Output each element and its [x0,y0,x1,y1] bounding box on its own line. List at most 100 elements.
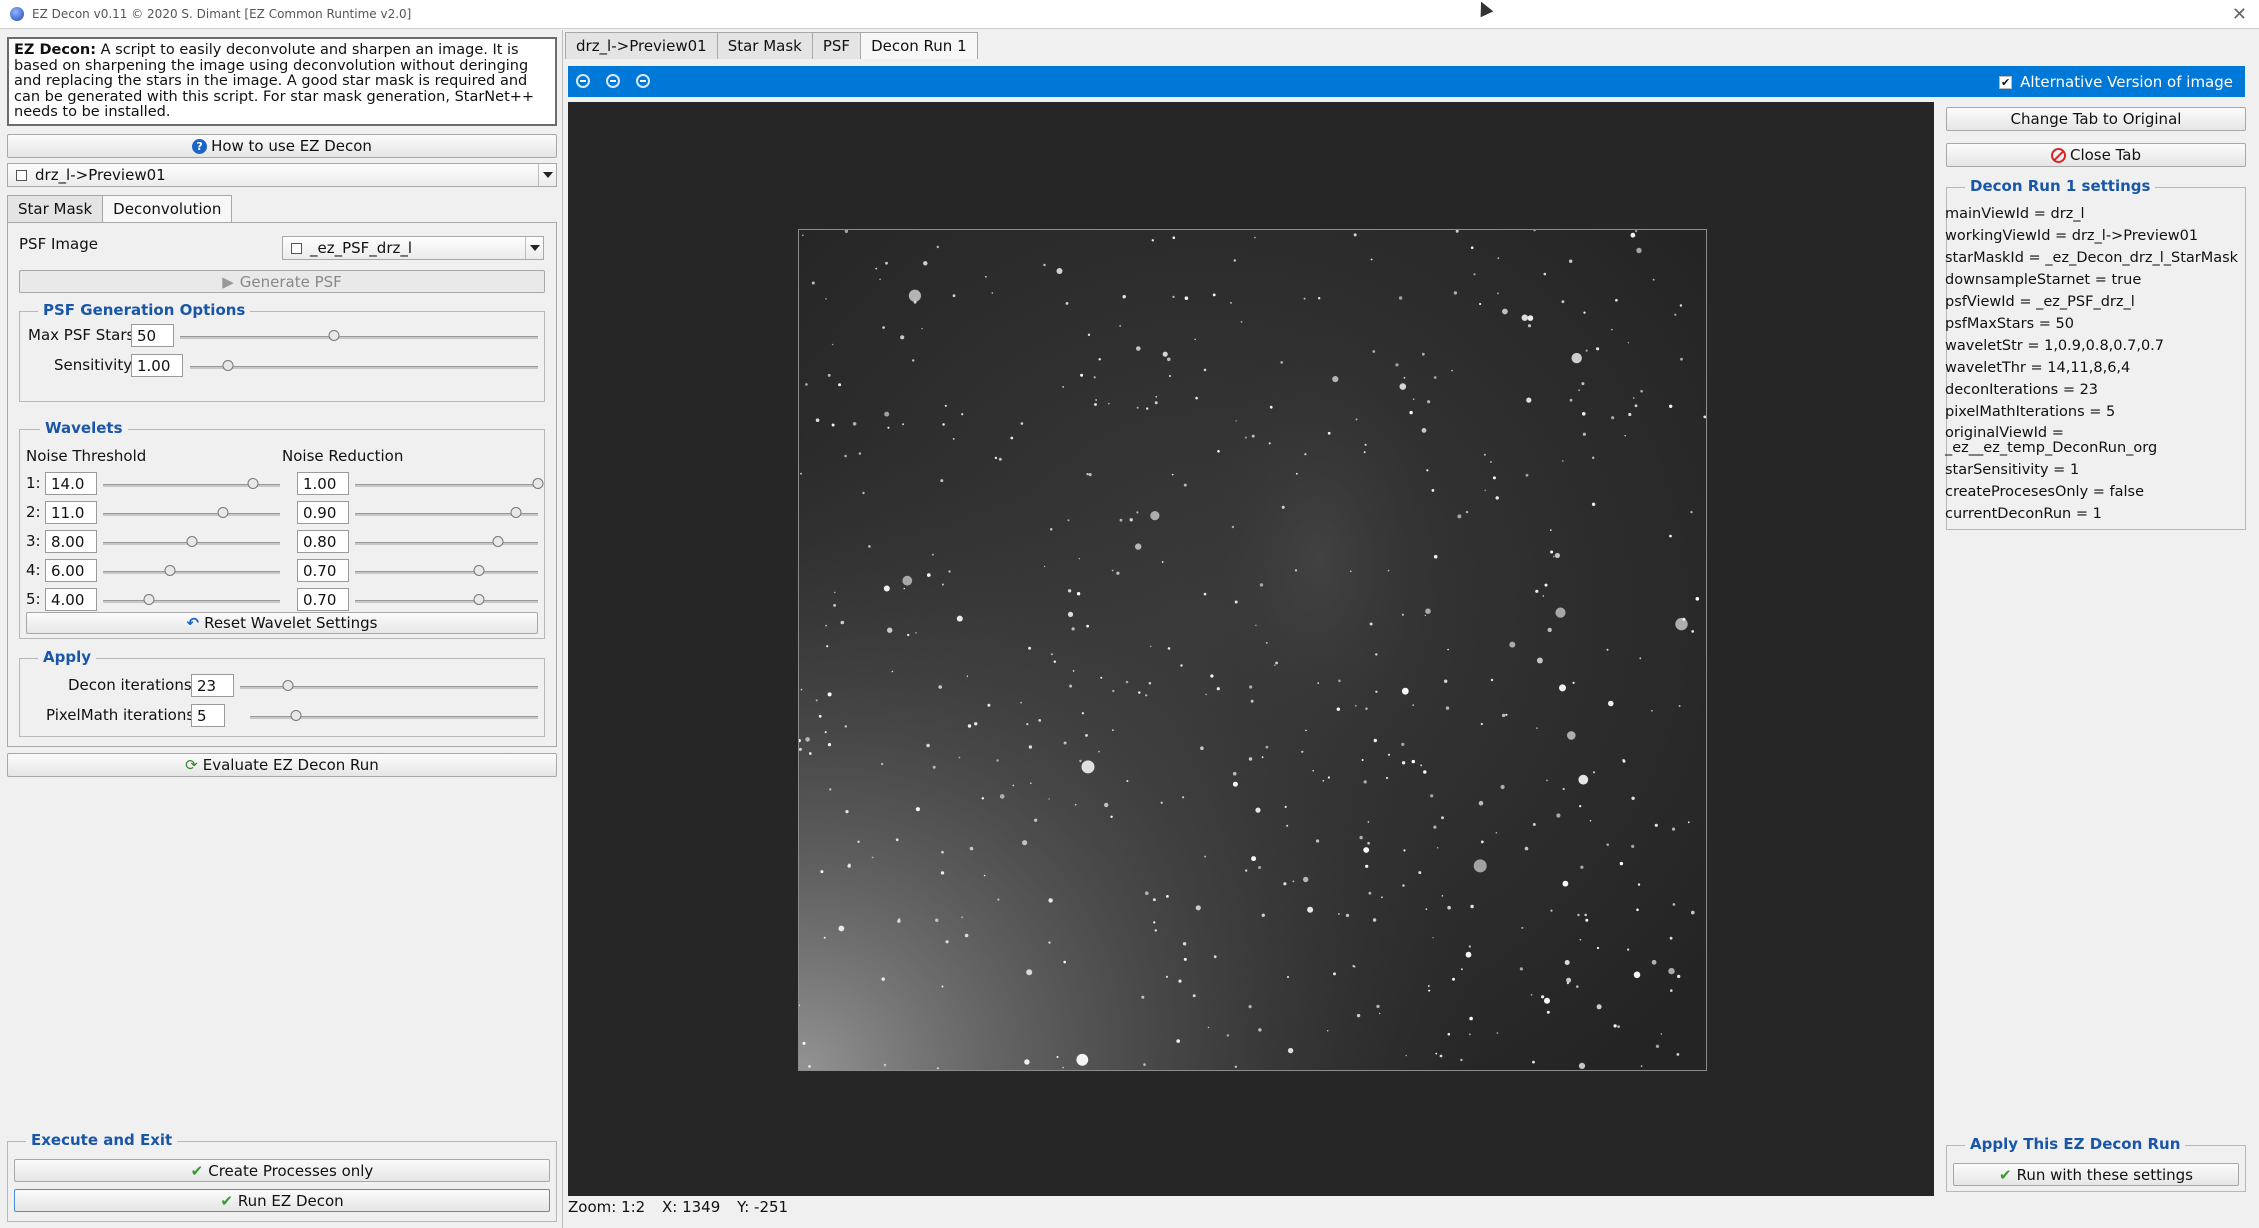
apply-run-title: Apply This EZ Decon Run [1965,1135,2186,1153]
noise-reduction-slider[interactable] [355,478,544,492]
noise-reduction-slider[interactable] [355,594,538,608]
noise-threshold-slider[interactable] [103,478,280,492]
how-to-use-button[interactable]: ? How to use EZ Decon [7,134,557,158]
noise-reduction-input[interactable]: 0.70 [297,588,349,611]
evaluate-icon: ⟳ [185,756,198,774]
setting-line: currentDeconRun = 1 [1945,506,2102,522]
decon-iterations-input[interactable]: 23 [191,674,234,697]
setting-line: waveletStr = 1,0.9,0.8,0.7,0.7 [1945,338,2165,354]
noise-threshold-label: Noise Threshold [26,447,147,465]
view-icon [16,169,27,181]
x-readout: X: 1349 [662,1198,721,1216]
run-ez-decon-button[interactable]: ✔ Run EZ Decon [14,1189,550,1212]
tab-preview01[interactable]: drz_l->Preview01 [565,32,718,59]
setting-line: pixelMathIterations = 5 [1945,404,2116,420]
pixelmath-iterations-slider[interactable] [250,710,538,724]
tab-deconvolution[interactable]: Deconvolution [102,195,233,222]
noise-reduction-input[interactable]: 0.90 [297,501,349,524]
pixelmath-iterations-input[interactable]: 5 [191,704,225,727]
noise-reduction-input[interactable]: 0.70 [297,559,349,582]
noise-reduction-input[interactable]: 0.80 [297,530,349,553]
chevron-down-icon[interactable] [525,237,543,259]
apply-title: Apply [38,648,97,666]
slider-thumb[interactable] [247,478,259,489]
setting-line: psfViewId = _ez_PSF_drz_l [1945,294,2135,310]
chevron-down-icon[interactable] [538,164,556,186]
noise-threshold-input[interactable]: 11.0 [45,501,97,524]
generate-psf-button[interactable]: ▶ Generate PSF [19,270,545,293]
noise-threshold-input[interactable]: 14.0 [45,472,97,495]
setting-line: workingViewId = drz_l->Preview01 [1945,228,2199,244]
noise-threshold-input[interactable]: 4.00 [45,588,97,611]
noise-threshold-input[interactable]: 8.00 [45,530,97,553]
left-tabs: Star Mask Deconvolution [7,195,233,222]
setting-line: createProcesesOnly = false [1945,484,2145,500]
slider-thumb[interactable] [186,536,197,547]
tab-star-mask-view[interactable]: Star Mask [716,32,813,59]
slider-thumb[interactable] [217,507,229,518]
check-icon: ✔ [220,1191,233,1210]
run-with-settings-button[interactable]: ✔ Run with these settings [1953,1163,2239,1186]
zoom-out-icon[interactable] [606,74,620,88]
noise-reduction-input[interactable]: 1.00 [297,472,349,495]
noise-threshold-slider[interactable] [103,594,280,608]
generate-psf-label: Generate PSF [239,272,342,291]
execute-title: Execute and Exit [26,1131,178,1149]
noise-reduction-slider[interactable] [355,507,538,521]
slider-thumb[interactable] [164,565,176,576]
sensitivity-input[interactable]: 1.00 [131,354,183,377]
max-psf-stars-input[interactable]: 50 [131,324,174,347]
close-tab-button[interactable]: Close Tab [1946,143,2246,167]
close-window-icon[interactable]: ✕ [2232,4,2247,25]
setting-line: originalViewId = _ez__ez_temp_DeconRun_o… [1945,425,2158,456]
tab-star-mask[interactable]: Star Mask [7,195,104,222]
sensitivity-slider[interactable] [190,360,538,374]
psf-image-label: PSF Image [19,235,98,253]
run-ez-decon-label: Run EZ Decon [237,1191,344,1210]
zoom-in-icon[interactable] [576,74,590,88]
decon-iterations-slider[interactable] [240,680,538,694]
noise-reduction-slider[interactable] [355,536,538,550]
title-bar: EZ Decon v0.11 © 2020 S. Dimant [EZ Comm… [0,0,2259,29]
noise-reduction-slider[interactable] [355,565,538,579]
noise-threshold-slider[interactable] [103,536,280,550]
image-viewer[interactable] [568,102,1934,1196]
noise-threshold-input[interactable]: 6.00 [45,559,97,582]
image-toolbar: ✔ Alternative Version of image [568,66,2245,97]
psf-image-select[interactable]: _ez_PSF_drz_l [282,236,544,260]
status-bar: Zoom: 1:2 X: 1349 Y: -251 [568,1198,788,1216]
alternative-version-checkbox[interactable]: ✔ Alternative Version of image [1999,73,2233,91]
change-tab-to-original-button[interactable]: Change Tab to Original [1946,107,2246,131]
slider-thumb[interactable] [473,594,485,605]
reset-wavelet-settings-button[interactable]: ↶ Reset Wavelet Settings [26,612,538,634]
decon-iterations-label: Decon iterations [68,676,192,694]
description-title: EZ Decon: [14,42,97,58]
wavelet-row-label: 4: [26,561,41,579]
checkbox-box[interactable]: ✔ [1999,75,2013,89]
psf-image-value: _ez_PSF_drz_l [310,239,413,257]
wavelet-row-label: 3: [26,532,41,550]
slider-thumb[interactable] [328,330,340,341]
view-select[interactable]: drz_l->Preview01 [7,163,557,187]
tab-decon-run-1[interactable]: Decon Run 1 [860,32,978,59]
slider-thumb[interactable] [222,360,234,371]
slider-thumb[interactable] [492,536,504,547]
window-title: EZ Decon v0.11 © 2020 S. Dimant [EZ Comm… [32,7,412,21]
tab-psf[interactable]: PSF [811,32,862,59]
evaluate-label: Evaluate EZ Decon Run [202,756,379,774]
zoom-fit-icon[interactable] [636,74,650,88]
evaluate-decon-run-button[interactable]: ⟳ Evaluate EZ Decon Run [7,753,557,777]
slider-thumb[interactable] [282,680,294,691]
slider-thumb[interactable] [143,594,155,605]
wavelet-row-label: 5: [26,590,41,608]
setting-line: waveletThr = 14,11,8,6,4 [1945,360,2131,376]
slider-thumb[interactable] [510,507,522,518]
slider-thumb[interactable] [473,565,485,576]
astro-image[interactable] [798,229,1707,1071]
noise-threshold-slider[interactable] [103,507,280,521]
max-psf-stars-slider[interactable] [180,330,538,344]
create-processes-button[interactable]: ✔ Create Processes only [14,1159,550,1182]
slider-thumb[interactable] [290,710,302,721]
noise-threshold-slider[interactable] [103,565,280,579]
slider-thumb[interactable] [532,478,544,489]
